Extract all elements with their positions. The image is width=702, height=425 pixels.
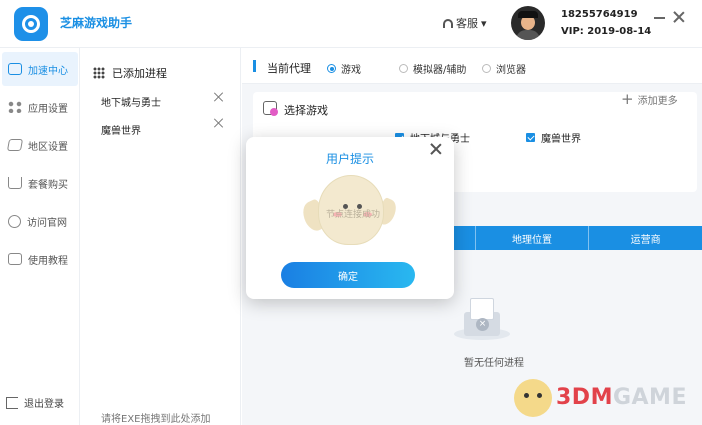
sidebar-item-label: 套餐购买: [28, 179, 68, 191]
grid-dots-icon: [93, 67, 105, 79]
proxy-option-game[interactable]: 游戏: [327, 61, 361, 76]
process-panel-title: 已添加进程: [112, 67, 167, 80]
close-window-button[interactable]: [672, 10, 686, 24]
game-select-icon: [263, 101, 278, 116]
sidebar-item-label: 地区设置: [28, 141, 68, 153]
remove-process-button[interactable]: [214, 92, 224, 102]
process-panel-header: 已添加进程: [93, 65, 167, 81]
sidebar-item-tutorial[interactable]: 使用教程: [2, 242, 78, 276]
section-accent: [253, 60, 256, 72]
sidebar-nav: 加速中心 应用设置 地区设置 套餐购买 访问官网 使用教程 退出登录: [0, 48, 80, 425]
sidebar-item-website[interactable]: 访问官网: [2, 204, 78, 238]
account-phone: 18255764919: [561, 9, 638, 20]
customer-service-button[interactable]: 客服 ▾: [443, 15, 487, 31]
chevron-down-icon: ▾: [481, 16, 487, 30]
customer-service-label: 客服: [456, 17, 478, 30]
sidebar-item-label: 加速中心: [28, 65, 68, 77]
logout-button[interactable]: 退出登录: [6, 395, 64, 410]
sidebar-item-purchase[interactable]: 套餐购买: [2, 166, 78, 200]
sidebar-item-app-settings[interactable]: 应用设置: [2, 90, 78, 124]
proxy-option-emulator[interactable]: 模拟器/辅助: [399, 61, 466, 76]
book-icon: [8, 253, 22, 265]
avatar[interactable]: [511, 6, 545, 40]
proxy-bar: 当前代理 游戏 模拟器/辅助 浏览器: [242, 48, 702, 84]
gamepad-icon: [8, 63, 22, 75]
proxy-title: 当前代理: [267, 62, 311, 75]
empty-state-text: 暂无任何进程: [464, 358, 524, 369]
sidebar-item-acceleration[interactable]: 加速中心: [2, 52, 78, 86]
checkbox-checked-icon: [526, 133, 535, 142]
empty-box-icon: ×: [452, 294, 512, 342]
process-item[interactable]: 魔兽世界: [101, 122, 141, 137]
logout-icon: [6, 396, 18, 409]
sidebar-item-label: 应用设置: [28, 103, 68, 115]
sidebar-item-label: 访问官网: [27, 217, 67, 229]
column-header-carrier: 运营商: [588, 226, 702, 250]
proxy-option-label: 游戏: [341, 65, 361, 76]
grid-icon: [8, 101, 22, 113]
radio-selected-icon: [327, 64, 336, 73]
radio-icon: [482, 64, 491, 73]
watermark-text: 3DMGAME: [556, 385, 687, 410]
confirm-button[interactable]: 确定: [281, 262, 415, 288]
dialog-message: 节点连接成功: [325, 210, 380, 220]
proxy-option-label: 模拟器/辅助: [413, 65, 467, 76]
watermark: 3DMGAME: [510, 375, 700, 423]
plus-icon: +: [621, 90, 634, 108]
cart-icon: [8, 177, 22, 189]
column-header-location: 地理位置: [474, 226, 589, 250]
logout-label: 退出登录: [24, 399, 64, 410]
sidebar-item-label: 使用教程: [28, 255, 68, 267]
map-icon: [6, 139, 24, 151]
globe-icon: [8, 214, 21, 228]
dialog-close-button[interactable]: [429, 142, 443, 156]
game-checkbox-label: 魔兽世界: [541, 134, 581, 145]
dialog-title: 用户提示: [325, 152, 374, 166]
proxy-option-browser[interactable]: 浏览器: [482, 61, 526, 76]
game-select-title: 选择游戏: [284, 104, 328, 117]
process-item[interactable]: 地下城与勇士: [101, 94, 161, 109]
vip-expiry: VIP: 2019-08-14: [561, 26, 652, 37]
remove-process-button[interactable]: [214, 118, 224, 128]
headset-icon: [443, 18, 453, 28]
minimize-button[interactable]: [654, 17, 665, 19]
drag-exe-hint: 请将EXE拖拽到此处添加: [101, 414, 211, 425]
app-title: 芝麻游戏助手: [60, 16, 133, 30]
process-panel: 已添加进程 地下城与勇士 魔兽世界 请将EXE拖拽到此处添加: [81, 48, 241, 425]
add-more-button[interactable]: + 添加更多: [621, 90, 678, 108]
add-more-label: 添加更多: [637, 96, 678, 107]
user-notice-dialog: 用户提示 节点连接成功 确定: [246, 137, 454, 299]
game-checkbox[interactable]: 魔兽世界: [526, 130, 581, 145]
app-logo-icon: [14, 7, 48, 41]
radio-icon: [399, 64, 408, 73]
title-bar: 芝麻游戏助手 客服 ▾ 18255764919 VIP: 2019-08-14: [0, 0, 702, 48]
proxy-option-label: 浏览器: [496, 65, 526, 76]
sidebar-item-region-settings[interactable]: 地区设置: [2, 128, 78, 162]
chick-mascot-icon: [514, 379, 552, 417]
